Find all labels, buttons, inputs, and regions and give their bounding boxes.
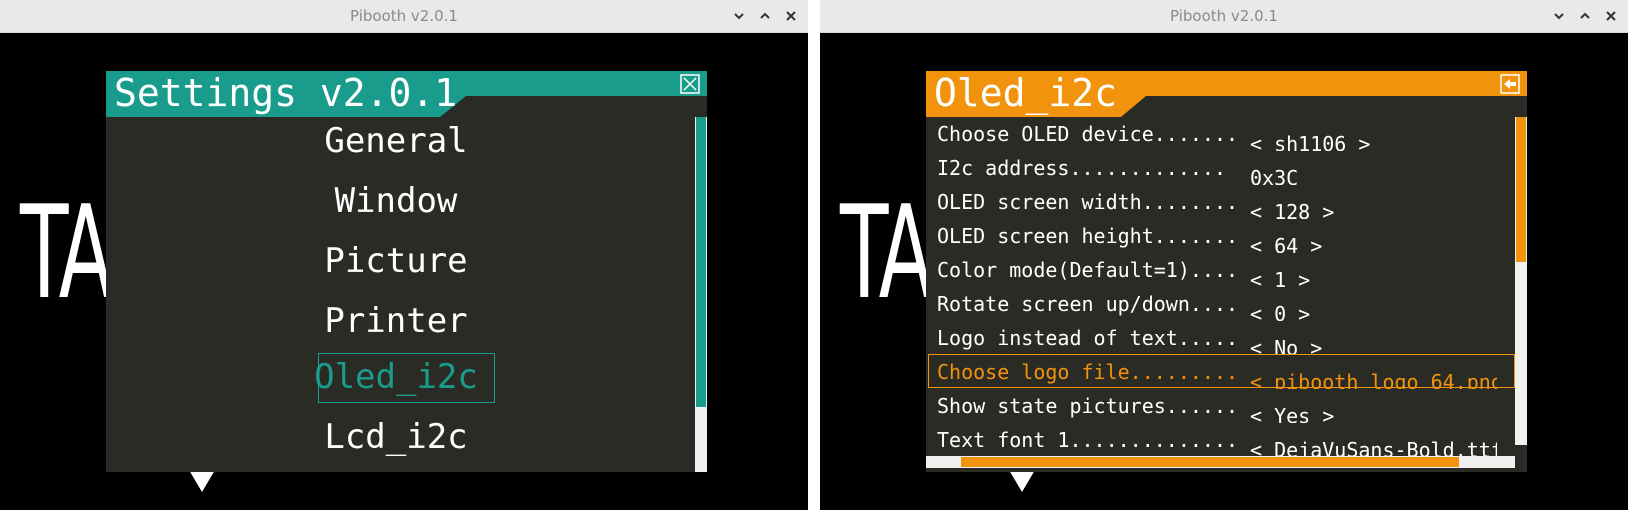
vertical-scrollbar-thumb[interactable]	[696, 117, 706, 407]
option-row-logo-instead-of-text[interactable]: Logo instead of text..... < No >	[937, 321, 1497, 355]
option-row-rotate-screen[interactable]: Rotate screen up/down.... < 0 >	[937, 287, 1497, 321]
option-value: < 1 >	[1250, 268, 1311, 287]
option-label: Choose logo file.........	[937, 360, 1239, 384]
option-value: < 64 >	[1250, 234, 1323, 253]
background-arrow-shape	[1009, 470, 1035, 492]
option-value: < sh1106 >	[1250, 132, 1371, 151]
close-icon[interactable]	[680, 74, 700, 94]
option-value: < No >	[1250, 336, 1323, 355]
menu-title: Oled_i2c	[934, 71, 1118, 115]
option-label: Logo instead of text.....	[937, 326, 1239, 350]
option-row-color-mode[interactable]: Color mode(Default=1).... < 1 >	[937, 253, 1497, 287]
option-value: < DejaVuSans-Bold.ttf	[1250, 438, 1497, 457]
menu-item-lcd-i2c[interactable]: Lcd_i2c	[106, 413, 686, 461]
pibooth-window-right: Pibooth v2.0.1 TAG Oled_i2c Choose OLED …	[820, 0, 1628, 510]
oled-i2c-menu: Oled_i2c Choose OLED device....... < sh11…	[926, 71, 1527, 472]
option-row-screen-height[interactable]: OLED screen height....... < 64 >	[937, 219, 1497, 253]
pibooth-window-left: Pibooth v2.0.1 TAG Settings v2.0.1 Gener…	[0, 0, 808, 510]
menu-title: Settings v2.0.1	[114, 71, 458, 115]
vertical-scrollbar-thumb[interactable]	[1516, 117, 1526, 262]
window-title: Pibooth v2.0.1	[1170, 7, 1278, 25]
option-value: < 0 >	[1250, 302, 1311, 321]
horizontal-scrollbar-thumb[interactable]	[961, 457, 1459, 467]
settings-menu: Settings v2.0.1 General Window Picture P…	[106, 71, 707, 472]
menu-body[interactable]: General Window Picture Printer Oled_i2c …	[106, 117, 707, 472]
window-titlebar[interactable]: Pibooth v2.0.1	[820, 0, 1628, 33]
menu-item-window[interactable]: Window	[106, 177, 686, 225]
option-value: < Yes >	[1250, 404, 1335, 423]
maximize-chevron-up-icon[interactable]	[1578, 9, 1592, 23]
menu-header: Settings v2.0.1	[106, 71, 707, 117]
option-row-show-state-pictures[interactable]: Show state pictures...... < Yes >	[937, 389, 1497, 423]
option-value: < pibooth_logo_64.png	[1250, 370, 1497, 389]
option-value: < 128 >	[1250, 200, 1335, 219]
option-label: Color mode(Default=1)....	[937, 258, 1239, 282]
window-titlebar[interactable]: Pibooth v2.0.1	[0, 0, 808, 33]
option-label: Text font 1..............	[937, 428, 1239, 452]
menu-item-oled-i2c[interactable]: Oled_i2c	[106, 353, 686, 401]
option-label: Rotate screen up/down....	[937, 292, 1239, 316]
option-value: 0x3C	[1250, 166, 1299, 185]
option-label: OLED screen height.......	[937, 224, 1239, 248]
option-label: OLED screen width........	[937, 190, 1239, 214]
option-label: I2c address.............	[937, 156, 1226, 180]
menu-body[interactable]: Choose OLED device....... < sh1106 > I2c …	[926, 117, 1527, 472]
window-title: Pibooth v2.0.1	[350, 7, 458, 25]
minimize-chevron-down-icon[interactable]	[732, 9, 746, 23]
option-label: Choose OLED device.......	[937, 122, 1239, 146]
option-row-text-font-1[interactable]: Text font 1.............. < DejaVuSans-Bo…	[937, 423, 1497, 457]
option-row-logo-file[interactable]: Choose logo file......... < pibooth_logo_…	[937, 355, 1497, 389]
menu-item-picture[interactable]: Picture	[106, 237, 686, 285]
menu-header: Oled_i2c	[926, 71, 1527, 117]
back-arrow-icon[interactable]	[1500, 74, 1520, 94]
minimize-chevron-down-icon[interactable]	[1552, 9, 1566, 23]
close-window-icon[interactable]	[1604, 9, 1618, 23]
menu-item-printer[interactable]: Printer	[106, 297, 686, 345]
option-row-i2c-address[interactable]: I2c address............. 0x3C	[937, 151, 1497, 185]
option-label: Show state pictures......	[937, 394, 1239, 418]
close-window-icon[interactable]	[784, 9, 798, 23]
background-arrow-shape	[189, 470, 215, 492]
maximize-chevron-up-icon[interactable]	[758, 9, 772, 23]
option-row-oled-device[interactable]: Choose OLED device....... < sh1106 >	[937, 117, 1497, 151]
menu-item-general[interactable]: General	[106, 117, 686, 165]
option-row-screen-width[interactable]: OLED screen width........ < 128 >	[937, 185, 1497, 219]
